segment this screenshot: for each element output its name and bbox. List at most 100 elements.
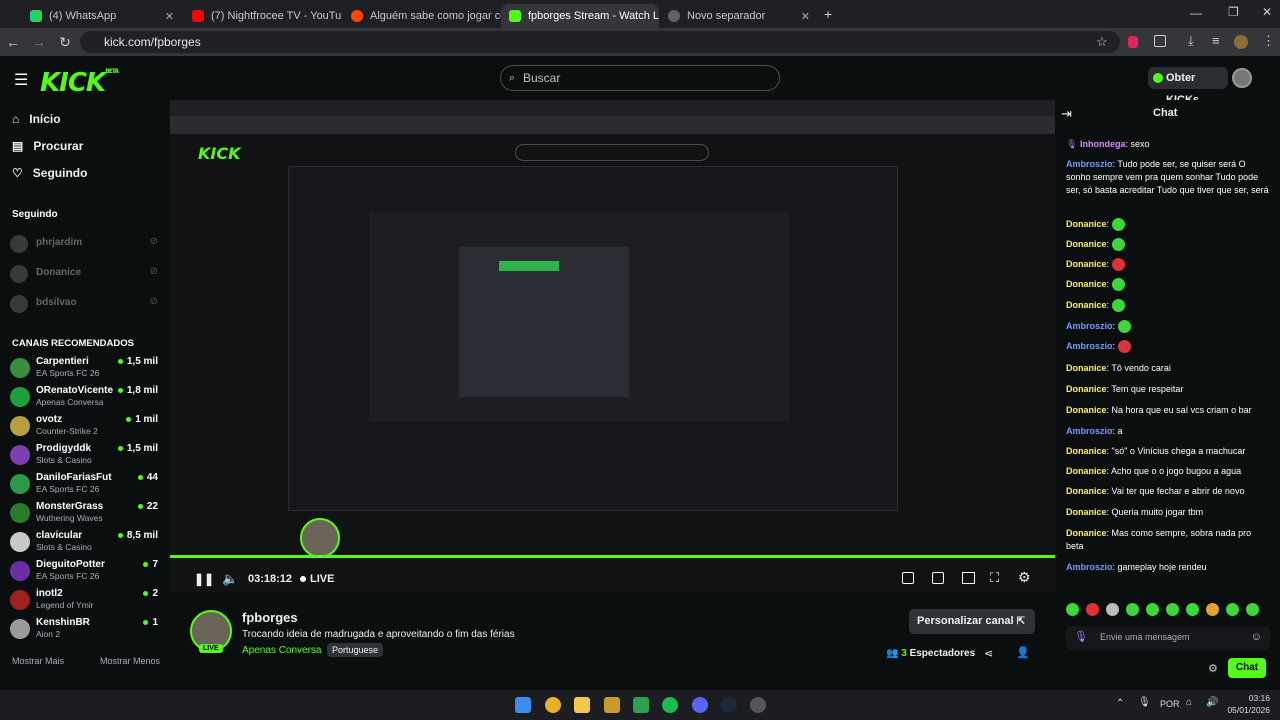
- tab-new[interactable]: Novo separador ✕: [660, 4, 818, 28]
- get-kicks-button[interactable]: Obter KICKs: [1148, 67, 1228, 106]
- emote-shortcut-icon[interactable]: [1246, 603, 1259, 616]
- following-item[interactable]: bdsilvao ⊘: [10, 293, 162, 321]
- chat-username[interactable]: Donanice: [1066, 300, 1107, 310]
- chat-username[interactable]: Ambroszio: [1066, 341, 1113, 351]
- new-tab-icon[interactable]: +: [824, 6, 832, 22]
- emote-shortcut-icon[interactable]: [1106, 603, 1119, 616]
- microphone-icon[interactable]: 🎙: [1074, 630, 1088, 643]
- forward-icon[interactable]: →: [26, 34, 52, 50]
- recommended-channel[interactable]: KenshinBR Aion 2 1: [10, 617, 162, 645]
- profile-avatar[interactable]: [1234, 35, 1248, 49]
- download-icon[interactable]: ⤓: [1188, 33, 1194, 49]
- chat-send-button[interactable]: Chat: [1228, 658, 1266, 678]
- close-icon[interactable]: ✕: [801, 10, 810, 23]
- tab-whatsapp[interactable]: (4) WhatsApp ✕: [22, 4, 182, 28]
- share-icon[interactable]: ⋖: [984, 647, 993, 660]
- language-indicator[interactable]: POR: [1160, 699, 1180, 709]
- chat-username[interactable]: Donanice: [1066, 405, 1107, 415]
- fullscreen-icon[interactable]: ⛶: [990, 570, 999, 586]
- recommended-channel[interactable]: clavicular Slots & Casino 8,5 mil: [10, 530, 162, 558]
- chat-username[interactable]: Donanice: [1066, 466, 1107, 476]
- emoji-icon[interactable]: ☺: [1251, 631, 1262, 643]
- close-icon[interactable]: ✕: [165, 10, 174, 23]
- recommended-channel[interactable]: MonsterGrass Wuthering Waves 22: [10, 501, 162, 529]
- chat-username[interactable]: Donanice: [1066, 239, 1107, 249]
- follow-icon[interactable]: 👤: [1016, 646, 1030, 659]
- sidebar-item-browse[interactable]: ▤ Procurar: [12, 139, 83, 153]
- chat-username[interactable]: Donanice: [1066, 507, 1107, 517]
- emote-shortcut-icon[interactable]: [1146, 603, 1159, 616]
- sidebar-item-following[interactable]: ♡ Seguindo: [12, 166, 87, 180]
- recommended-channel[interactable]: Carpentieri EA Sports FC 26 1,5 mil: [10, 356, 162, 384]
- extensions-icon[interactable]: [1154, 35, 1166, 47]
- extension-icon[interactable]: [1128, 36, 1138, 48]
- tab-reddit[interactable]: Alguém sabe como jogar cois... ✕: [343, 4, 501, 28]
- miniplayer-icon[interactable]: [902, 572, 914, 584]
- chrome-icon[interactable]: [545, 697, 561, 713]
- chat-username[interactable]: Donanice: [1066, 528, 1107, 538]
- discord-icon[interactable]: [692, 697, 708, 713]
- emote-shortcut-icon[interactable]: [1186, 603, 1199, 616]
- app-icon[interactable]: [750, 697, 766, 713]
- network-icon[interactable]: ⌂: [1186, 697, 1192, 708]
- collapse-chat-icon[interactable]: ⇥: [1061, 106, 1072, 122]
- chat-input[interactable]: 🎙 Envie uma mensagem ☺: [1066, 626, 1270, 650]
- following-item[interactable]: phrjardim ⊘: [10, 233, 162, 261]
- menu-dots-icon[interactable]: ⋮: [1262, 33, 1275, 49]
- pause-icon[interactable]: ❚❚: [194, 572, 214, 586]
- chat-settings-icon[interactable]: ⚙: [1208, 662, 1218, 675]
- channel-name[interactable]: fpborges: [242, 610, 298, 625]
- emote-shortcut-icon[interactable]: [1126, 603, 1139, 616]
- recommended-channel[interactable]: inotl2 Legend of Ymir 2: [10, 588, 162, 616]
- chat-username[interactable]: Donanice: [1066, 279, 1107, 289]
- app-icon[interactable]: [633, 697, 649, 713]
- windows-start-icon[interactable]: [515, 697, 531, 713]
- theater-mode-icon[interactable]: [962, 572, 975, 584]
- chat-username[interactable]: Ambroszio: [1066, 321, 1113, 331]
- show-less-button[interactable]: Mostrar Menos: [100, 656, 160, 666]
- emote-shortcut-icon[interactable]: [1206, 603, 1219, 616]
- file-explorer-icon[interactable]: [574, 697, 590, 713]
- chat-username[interactable]: Inhondega: [1080, 139, 1126, 149]
- show-more-button[interactable]: Mostrar Mais: [12, 656, 64, 666]
- recommended-channel[interactable]: Prodigyddk Slots & Casino 1,5 mil: [10, 443, 162, 471]
- steam-icon[interactable]: [721, 697, 737, 713]
- chat-username[interactable]: Donanice: [1066, 446, 1107, 456]
- search-input[interactable]: ⌕ Buscar: [500, 65, 780, 91]
- chat-username[interactable]: Ambroszio: [1066, 562, 1113, 572]
- url-field[interactable]: kick.com/fpborges: [80, 31, 1120, 53]
- chat-username[interactable]: Donanice: [1066, 363, 1107, 373]
- bookmark-star-icon[interactable]: ☆: [1096, 34, 1108, 50]
- clock-date[interactable]: 05/01/2026: [1222, 705, 1270, 715]
- chat-username[interactable]: Donanice: [1066, 486, 1107, 496]
- recommended-channel[interactable]: DaniloFariasFut EA Sports FC 26 44: [10, 472, 162, 500]
- hamburger-menu-icon[interactable]: ☰: [14, 70, 28, 90]
- queue-icon[interactable]: ≡: [1212, 33, 1220, 48]
- reload-icon[interactable]: ↻: [52, 34, 78, 51]
- volume-icon[interactable]: 🔈: [222, 571, 238, 587]
- kick-logo[interactable]: KICKBETA: [40, 68, 119, 98]
- app-icon[interactable]: [604, 697, 620, 713]
- stream-category[interactable]: Apenas Conversa: [242, 645, 322, 656]
- spotify-icon[interactable]: [662, 697, 678, 713]
- emote-shortcut-icon[interactable]: [1226, 603, 1239, 616]
- chat-username[interactable]: Donanice: [1066, 384, 1107, 394]
- customize-channel-button[interactable]: Personalizar canal ⇱: [909, 609, 1035, 634]
- chat-username[interactable]: Donanice: [1066, 219, 1107, 229]
- settings-gear-icon[interactable]: ⚙: [1018, 569, 1031, 586]
- window-close-icon[interactable]: ✕: [1262, 5, 1272, 19]
- recommended-channel[interactable]: DieguitoPotter EA Sports FC 26 7: [10, 559, 162, 587]
- minimize-icon[interactable]: —: [1190, 6, 1202, 20]
- recommended-channel[interactable]: ovotz Counter-Strike 2 1 mil: [10, 414, 162, 442]
- sidebar-item-home[interactable]: ⌂ Início: [12, 112, 61, 126]
- tray-mic-icon[interactable]: 🎙: [1138, 697, 1151, 708]
- volume-tray-icon[interactable]: 🔊: [1206, 697, 1218, 708]
- video-progress-bar[interactable]: [170, 555, 1055, 558]
- chat-username[interactable]: Donanice: [1066, 259, 1107, 269]
- recommended-channel[interactable]: ORenatoVicente Apenas Conversa 1,8 mil: [10, 385, 162, 413]
- video-player[interactable]: KICK: [170, 100, 1055, 592]
- following-item[interactable]: Donanice ⊘: [10, 263, 162, 291]
- user-avatar[interactable]: [1232, 68, 1252, 88]
- tray-chevron-icon[interactable]: ⌃: [1116, 698, 1124, 709]
- emote-shortcut-icon[interactable]: [1066, 603, 1079, 616]
